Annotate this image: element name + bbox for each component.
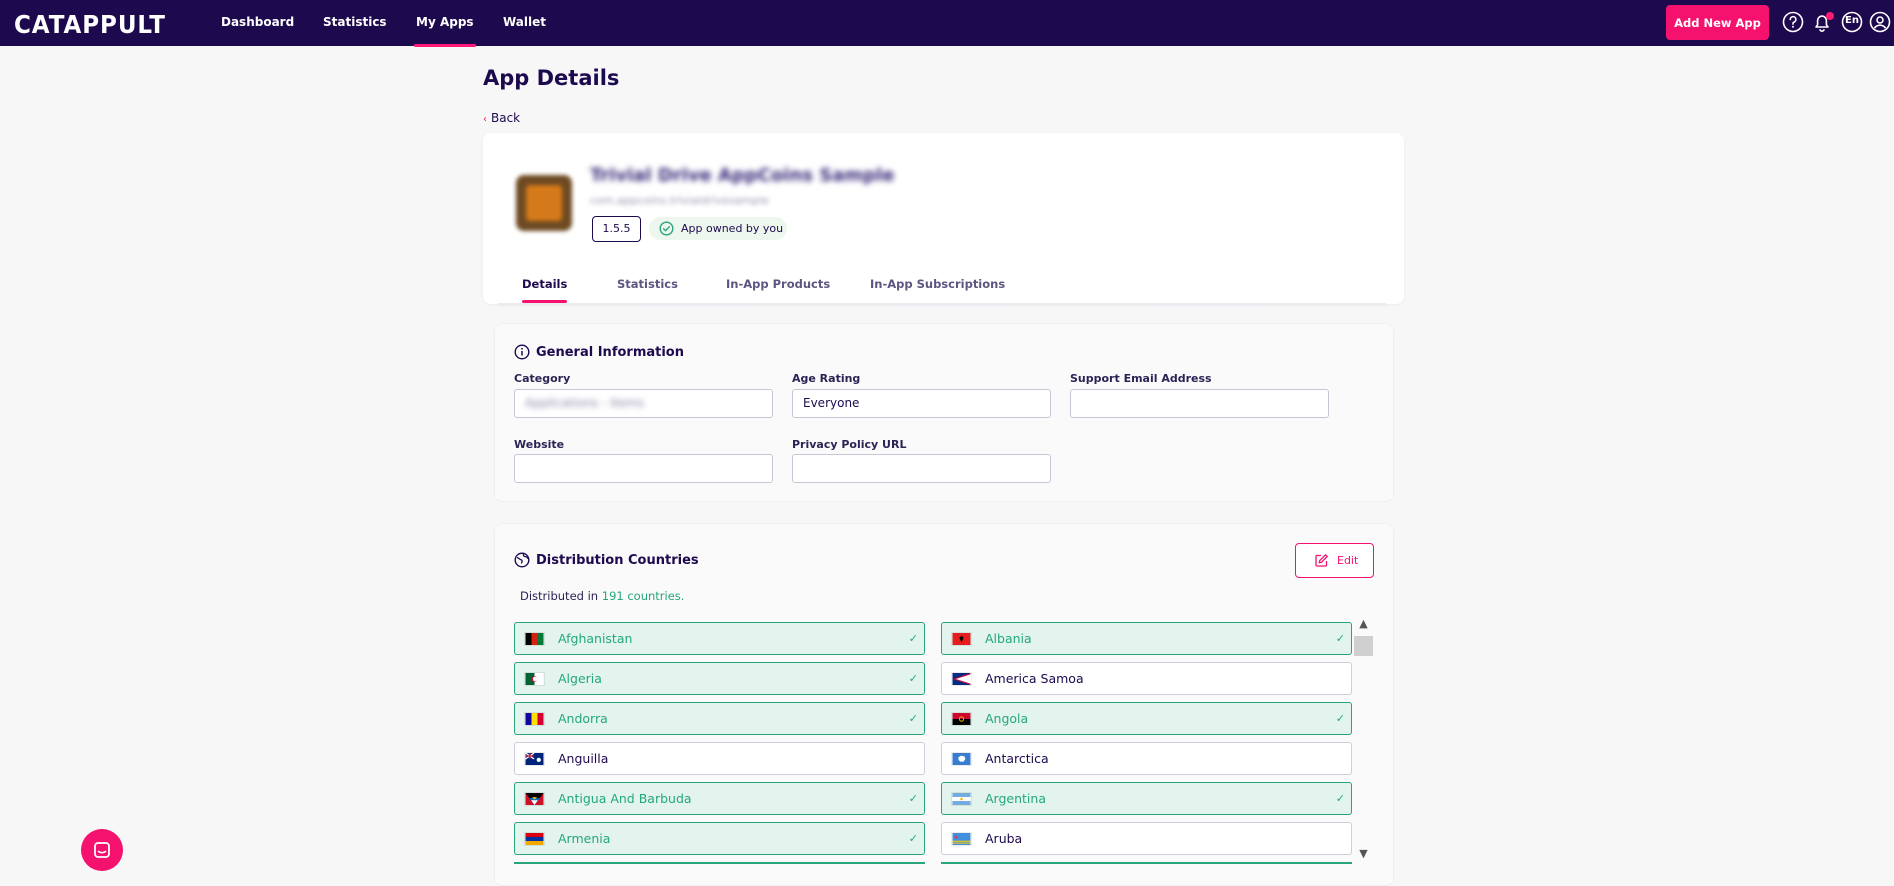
country-name: Algeria xyxy=(558,671,602,686)
check-icon: ✓ xyxy=(1335,712,1345,725)
tab-in-app-subscriptions[interactable]: In-App Subscriptions xyxy=(870,277,1005,291)
country-item-andorra[interactable]: Andorra ✓ xyxy=(514,702,925,735)
ownership-badge: App owned by you xyxy=(649,217,787,240)
country-name: Andorra xyxy=(558,711,608,726)
country-item-albania[interactable]: Albania ✓ xyxy=(941,622,1352,655)
andorra-flag-icon xyxy=(524,712,545,726)
distribution-countries-title: Distribution Countries xyxy=(536,553,699,568)
check-icon: ✓ xyxy=(908,712,918,725)
american-samoa-flag-icon xyxy=(951,672,972,686)
age-rating-field: Everyone xyxy=(792,389,1051,418)
country-name: Armenia xyxy=(558,831,611,846)
notification-dot xyxy=(1826,12,1834,20)
general-information-title: General Information xyxy=(536,345,684,360)
nav-my-apps[interactable]: My Apps xyxy=(414,15,476,47)
help-icon[interactable] xyxy=(1782,11,1804,33)
privacy-policy-field xyxy=(792,454,1051,483)
back-label: Back xyxy=(491,111,521,125)
app-package-name: com.appcoins.trivialdrivesample xyxy=(590,194,769,207)
website-field xyxy=(514,454,773,483)
tab-statistics[interactable]: Statistics xyxy=(617,277,678,291)
check-icon: ✓ xyxy=(908,632,918,645)
check-icon: ✓ xyxy=(908,792,918,805)
edit-icon xyxy=(1315,554,1328,567)
nav-wallet[interactable]: Wallet xyxy=(503,15,546,29)
page-title: App Details xyxy=(483,66,620,90)
country-item-armenia[interactable]: Armenia ✓ xyxy=(514,822,925,855)
country-name: Aruba xyxy=(985,831,1023,846)
country-item-antarctica[interactable]: Antarctica xyxy=(941,742,1352,775)
support-chat-button[interactable] xyxy=(81,829,123,871)
check-icon: ✓ xyxy=(908,832,918,845)
list-item-partial xyxy=(514,862,925,866)
albania-flag-icon xyxy=(951,632,972,646)
language-label[interactable]: En xyxy=(1845,15,1859,26)
angola-flag-icon xyxy=(951,712,972,726)
afghanistan-flag-icon xyxy=(524,632,545,646)
country-name: Antigua And Barbuda xyxy=(558,791,692,806)
tab-details[interactable]: Details xyxy=(522,277,568,303)
distribution-count: 191 countries. xyxy=(601,589,685,603)
ownership-label: App owned by you xyxy=(681,222,784,235)
country-name: Anguilla xyxy=(558,751,609,766)
chat-icon xyxy=(94,842,110,858)
website-label: Website xyxy=(514,438,565,451)
chevron-left-icon: ‹ xyxy=(483,114,487,125)
add-new-app-button[interactable]: Add New App xyxy=(1666,5,1769,40)
country-item-aruba[interactable]: Aruba xyxy=(941,822,1352,855)
catappult-logo[interactable]: CATAPPULT xyxy=(14,10,166,39)
globe-icon xyxy=(514,552,530,568)
check-circle-icon xyxy=(659,221,674,236)
armenia-flag-icon xyxy=(524,832,545,846)
country-name: Albania xyxy=(985,631,1032,646)
user-avatar-icon[interactable] xyxy=(1869,11,1891,33)
back-link[interactable]: ‹ Back xyxy=(483,111,520,125)
category-label: Category xyxy=(514,372,571,385)
country-name: Afghanistan xyxy=(558,631,633,646)
privacy-policy-label: Privacy Policy URL xyxy=(792,438,907,451)
country-name: Angola xyxy=(985,711,1029,726)
age-rating-label: Age Rating xyxy=(792,372,861,385)
country-name: Argentina xyxy=(985,791,1046,806)
country-item-anguilla[interactable]: Anguilla xyxy=(514,742,925,775)
country-item-argentina[interactable]: Argentina ✓ xyxy=(941,782,1352,815)
scrollbar-thumb[interactable] xyxy=(1354,636,1373,656)
nav-dashboard[interactable]: Dashboard xyxy=(221,15,294,29)
app-icon xyxy=(516,175,572,231)
category-value: Applications - Items xyxy=(525,396,644,410)
edit-label: Edit xyxy=(1337,554,1359,567)
aruba-flag-icon xyxy=(951,832,972,846)
distribution-summary: Distributed in 191 countries. xyxy=(520,589,684,603)
nav-statistics[interactable]: Statistics xyxy=(323,15,387,29)
country-name: America Samoa xyxy=(985,671,1084,686)
distribution-summary-prefix: Distributed in xyxy=(520,589,602,603)
country-item-algeria[interactable]: Algeria ✓ xyxy=(514,662,925,695)
country-name: Antarctica xyxy=(985,751,1049,766)
check-icon: ✓ xyxy=(1335,792,1345,805)
tab-divider xyxy=(498,303,1386,307)
category-field: Applications - Items xyxy=(514,389,773,418)
support-email-field xyxy=(1070,389,1329,418)
scroll-down-icon[interactable]: ▼ xyxy=(1354,847,1373,860)
scroll-up-icon[interactable]: ▲ xyxy=(1354,617,1373,630)
country-item-afghanistan[interactable]: Afghanistan ✓ xyxy=(514,622,925,655)
info-icon xyxy=(514,344,530,360)
top-navigation-bar: CATAPPULT Dashboard Statistics My Apps W… xyxy=(0,0,1894,47)
anguilla-flag-icon xyxy=(524,752,545,766)
antigua-and-barbuda-flag-icon xyxy=(524,792,545,806)
antarctica-flag-icon xyxy=(951,752,972,766)
version-badge: 1.5.5 xyxy=(592,216,641,242)
check-icon: ✓ xyxy=(1335,632,1345,645)
support-email-label: Support Email Address xyxy=(1070,372,1212,385)
app-name: Trivial Drive AppCoins Sample xyxy=(590,165,895,186)
edit-countries-button[interactable]: Edit xyxy=(1295,543,1374,578)
country-item-angola[interactable]: Angola ✓ xyxy=(941,702,1352,735)
algeria-flag-icon xyxy=(524,672,545,686)
list-item-partial xyxy=(941,862,1352,866)
argentina-flag-icon xyxy=(951,792,972,806)
country-item-america-samoa[interactable]: America Samoa xyxy=(941,662,1352,695)
country-item-antigua-and-barbuda[interactable]: Antigua And Barbuda ✓ xyxy=(514,782,925,815)
check-icon: ✓ xyxy=(908,672,918,685)
tab-in-app-products[interactable]: In-App Products xyxy=(726,277,830,291)
